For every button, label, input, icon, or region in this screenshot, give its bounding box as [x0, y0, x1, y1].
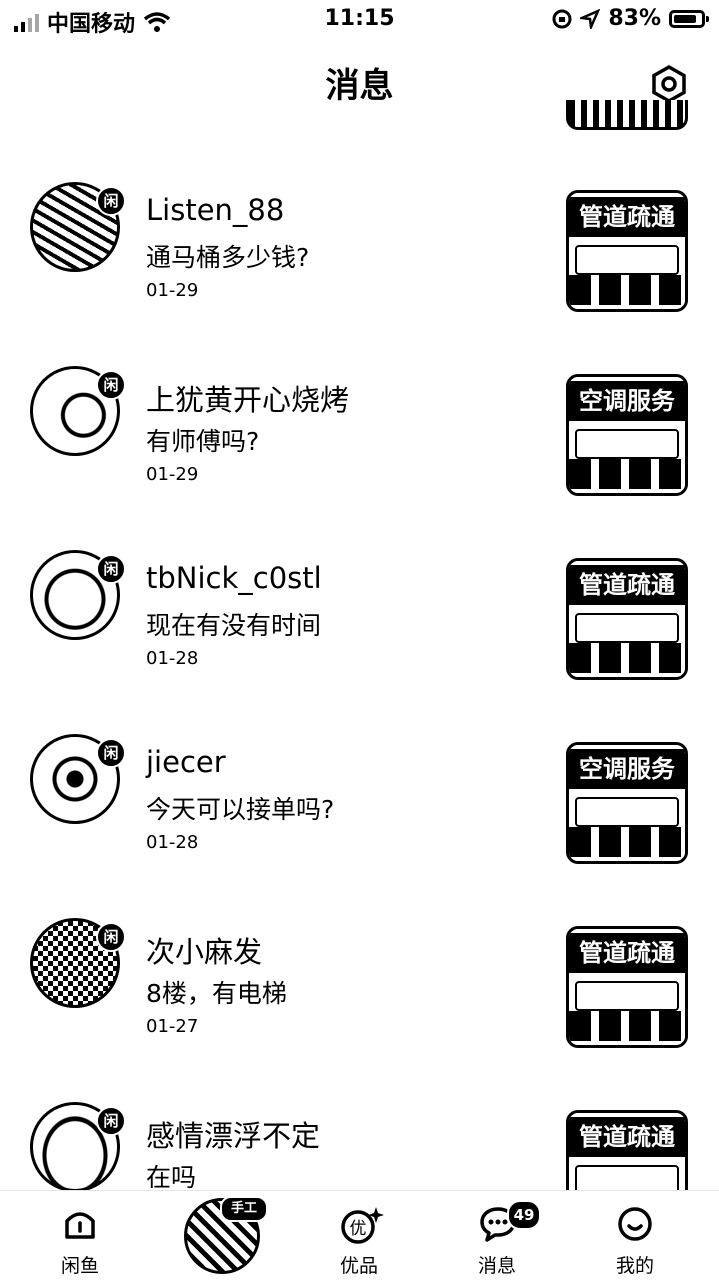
conversation-item[interactable]: 闲 Listen_88 通马桶多少钱? 01-29 管道疏通: [0, 130, 719, 314]
item-thumbnail[interactable]: 管道疏通: [566, 1110, 688, 1190]
contact-name: 次小麻发: [146, 935, 263, 969]
youpin-icon: 优: [341, 1207, 384, 1244]
message-date: 01-28: [146, 832, 199, 853]
item-thumbnail[interactable]: 管道疏通: [566, 190, 688, 312]
xianyu-badge: 闲: [96, 370, 126, 400]
last-message: 今天可以接单吗?: [146, 795, 335, 824]
bottom-tab-bar: 闲鱼 优 优品 消息 我的: [0, 1190, 719, 1281]
message-date: 01-28: [146, 648, 199, 669]
svg-text:优: 优: [350, 1219, 367, 1239]
last-message: 在吗: [146, 1163, 197, 1190]
contact-name: 上犹黄开心烧烤: [146, 383, 350, 417]
message-date: 01-29: [146, 464, 199, 485]
xianyu-badge: 闲: [96, 554, 126, 584]
tab-label: 消息: [477, 1255, 516, 1277]
last-message: 通马桶多少钱?: [146, 243, 310, 272]
last-message: 8楼，有电梯: [146, 979, 287, 1008]
center-tag: 手工: [220, 1196, 268, 1222]
home-icon: [65, 1212, 95, 1239]
item-thumbnail[interactable]: 管道疏通: [566, 926, 688, 1048]
contact-name: tbNick_c0stl: [146, 561, 322, 595]
xianyu-badge: 闲: [96, 186, 126, 216]
location-icon: [580, 8, 601, 29]
message-date: 01-29: [146, 280, 199, 301]
settings-hexagon-icon[interactable]: [649, 64, 689, 104]
conversation-item[interactable]: 闲 次小麻发 8楼，有电梯 01-27 管道疏通: [0, 866, 719, 1050]
tab-mine[interactable]: 我的: [580, 1191, 690, 1281]
last-message: 有师傅吗?: [146, 427, 260, 456]
thumbnail-text: 管道疏通: [569, 1117, 685, 1157]
item-thumbnail[interactable]: 管道疏通: [566, 558, 688, 680]
message-date: 01-27: [146, 1016, 199, 1037]
thumbnail-text: 管道疏通: [569, 565, 685, 605]
tab-label: 我的: [615, 1255, 654, 1277]
item-thumbnail[interactable]: 空调服务: [566, 742, 688, 864]
contact-name: 感情漂浮不定: [146, 1119, 321, 1153]
contact-name: Listen_88: [146, 193, 285, 227]
battery-percent: 83%: [608, 6, 661, 31]
conversation-item[interactable]: 闲 tbNick_c0stl 现在有没有时间 01-28 管道疏通: [0, 498, 719, 682]
thumbnail-text: 空调服务: [569, 749, 685, 789]
cutoff-thumbnail: [566, 100, 688, 130]
conversation-item[interactable]: 闲 上犹黄开心烧烤 有师傅吗? 01-29 空调服务: [0, 314, 719, 498]
tab-label: 优品: [339, 1255, 378, 1277]
conversation-item[interactable]: 闲 感情漂浮不定 在吗 管道疏通: [0, 1050, 719, 1190]
tab-youpin[interactable]: 优 优品: [304, 1191, 414, 1281]
thumbnail-text: 管道疏通: [569, 933, 685, 973]
thumbnail-text: 空调服务: [569, 381, 685, 421]
thumbnail-text: 管道疏通: [569, 197, 685, 237]
xianyu-badge: 闲: [96, 922, 126, 952]
item-thumbnail[interactable]: 空调服务: [566, 374, 688, 496]
lock-rotation-icon: [552, 9, 572, 28]
messages-count-badge: 49: [507, 1200, 541, 1230]
last-message: 现在有没有时间: [146, 611, 322, 640]
contact-name: jiecer: [146, 745, 226, 779]
conversation-item[interactable]: 闲 jiecer 今天可以接单吗? 01-28 空调服务: [0, 682, 719, 866]
tab-label: 闲鱼: [60, 1255, 99, 1277]
status-bar: 中国移动 11:15 83%: [0, 0, 719, 40]
xianyu-badge: 闲: [96, 1106, 126, 1136]
conversation-list[interactable]: 闲 Listen_88 通马桶多少钱? 01-29 管道疏通 闲 上犹黄开心烧烤…: [0, 130, 719, 1190]
profile-smile-icon: [618, 1207, 652, 1241]
battery-icon: [669, 9, 709, 28]
tab-xianyu[interactable]: 闲鱼: [25, 1191, 135, 1281]
status-right: 83%: [552, 6, 709, 31]
xianyu-badge: 闲: [96, 738, 126, 768]
